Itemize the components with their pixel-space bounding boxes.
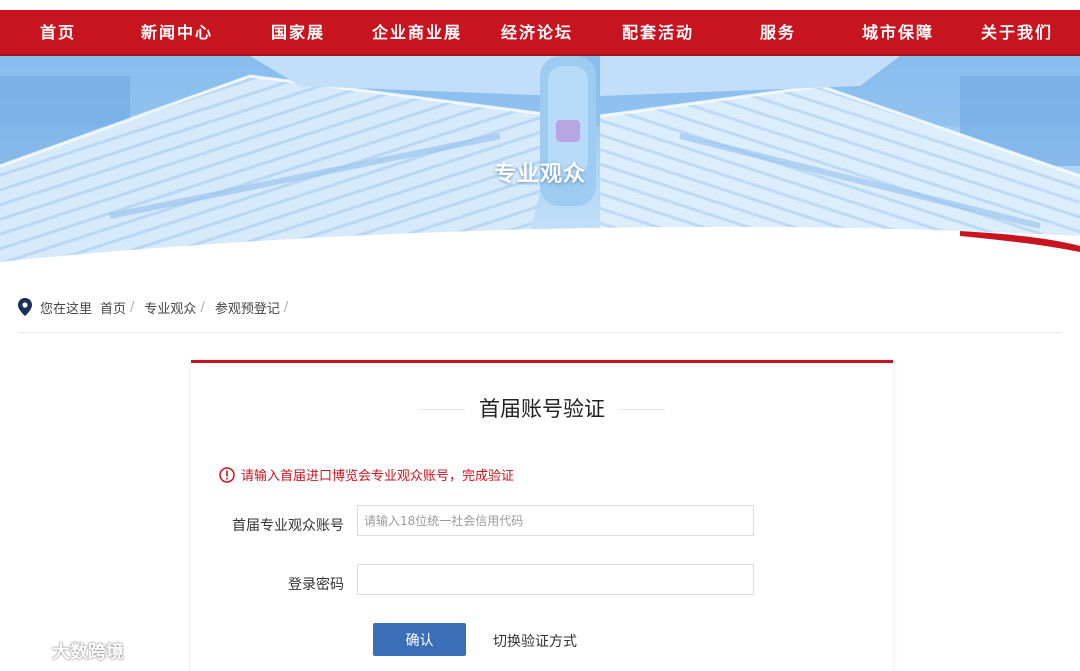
- breadcrumb-item-professional-visitors[interactable]: 专业观众: [144, 298, 196, 317]
- breadcrumb-here-label: 您在这里: [40, 301, 93, 317]
- hero-banner: 专业观众: [0, 56, 1080, 270]
- nav-item-news[interactable]: 新闻中心: [141, 10, 213, 56]
- notice-text: 请输入首届进口博览会专业观众账号，完成验证: [241, 469, 515, 484]
- watermark: 大数跨境: [8, 638, 124, 664]
- breadcrumb-item-home[interactable]: 首页: [100, 298, 126, 317]
- card-title-wrap: 首届账号验证: [191, 393, 893, 423]
- switch-verification-link[interactable]: 切换验证方式: [493, 631, 577, 651]
- confirm-button[interactable]: 确认: [373, 623, 466, 656]
- breadcrumb-separator: /: [130, 299, 135, 315]
- warning-circle-icon: [219, 466, 235, 483]
- nav-item-economic-forum[interactable]: 经济论坛: [501, 10, 573, 56]
- nav-item-side-events[interactable]: 配套活动: [622, 10, 694, 56]
- nav-item-services[interactable]: 服务: [760, 10, 796, 56]
- hero-title: 专业观众: [493, 162, 586, 187]
- breadcrumb-separator: /: [200, 299, 205, 315]
- watermark-logo-icon: [10, 642, 48, 660]
- account-input[interactable]: [357, 505, 754, 536]
- nav-item-business-exhibition[interactable]: 企业商业展: [372, 10, 462, 56]
- nav-item-country-exhibition[interactable]: 国家展: [271, 10, 325, 56]
- password-input[interactable]: [357, 564, 754, 595]
- breadcrumb-divider: [18, 332, 1062, 333]
- watermark-text: 大数跨境: [52, 642, 124, 663]
- nav-item-about-us[interactable]: 关于我们: [981, 10, 1053, 56]
- top-nav: 首页 新闻中心 国家展 企业商业展 经济论坛 配套活动 服务 城市保障 关于我们: [0, 10, 1080, 56]
- breadcrumb-item-pre-registration[interactable]: 参观预登记: [215, 298, 280, 317]
- location-pin-icon: [18, 298, 32, 316]
- breadcrumb: 您在这里 首页 / 专业观众 / 参观预登记 /: [18, 296, 298, 318]
- card-title: 首届账号验证: [465, 397, 619, 421]
- account-label: 首届专业观众账号: [232, 518, 344, 534]
- breadcrumb-separator: /: [283, 299, 289, 315]
- nav-item-city-support[interactable]: 城市保障: [862, 10, 934, 56]
- notice-message: 请输入首届进口博览会专业观众账号，完成验证: [219, 465, 514, 484]
- password-label: 登录密码: [288, 577, 344, 593]
- nav-item-home[interactable]: 首页: [40, 10, 76, 56]
- verification-card: 首届账号验证 请输入首届进口博览会专业观众账号，完成验证 首届专业观众账号 登录…: [191, 360, 893, 671]
